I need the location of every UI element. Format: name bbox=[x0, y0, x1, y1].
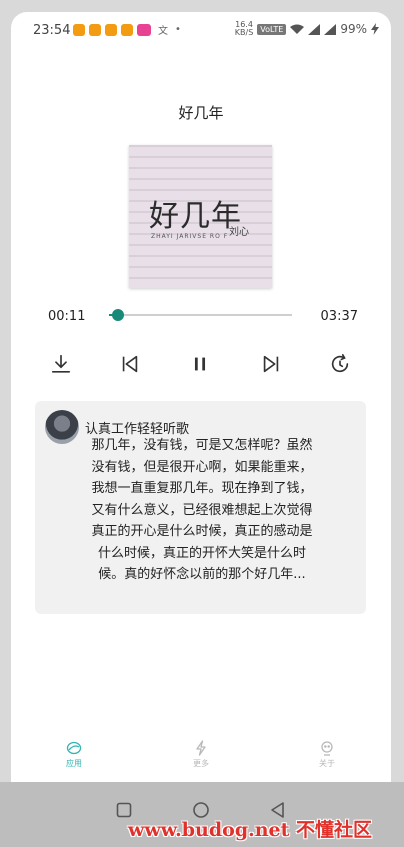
download-button[interactable] bbox=[46, 349, 76, 379]
playback-controls bbox=[11, 349, 391, 379]
phone-screen: 23:54 文 • 16.4 KB/S VoLTE 99% 好几年 好几年 刘心… bbox=[11, 12, 391, 782]
nav-item-app[interactable]: 应用 bbox=[44, 740, 104, 769]
translate-icon: 文 bbox=[158, 26, 168, 37]
nav-label-app: 应用 bbox=[66, 759, 82, 768]
next-icon bbox=[263, 355, 279, 373]
app-notification-icon bbox=[137, 23, 151, 36]
wifi-icon bbox=[290, 24, 305, 34]
about-icon bbox=[321, 741, 333, 756]
comment-text: 那几年，没有钱，可是又怎样呢？虽然没有钱，但是很开心啊，如果能重来，我想一直重复… bbox=[91, 438, 313, 582]
bottom-nav: 应用 更多 关于 bbox=[11, 740, 391, 782]
status-right: 16.4 KB/S VoLTE 99% bbox=[235, 21, 379, 37]
album-cover: 好几年 刘心 ZHAYI JARIVSE RO F bbox=[129, 145, 272, 288]
cover-artist: 刘心 bbox=[229, 227, 249, 238]
progress-handle[interactable] bbox=[112, 309, 125, 321]
status-time: 23:54 bbox=[33, 23, 71, 38]
watermark: www.budog.net 不懂社区 bbox=[128, 819, 373, 841]
app-notification-icon bbox=[121, 23, 133, 36]
previous-icon bbox=[122, 355, 138, 373]
previous-button[interactable] bbox=[115, 349, 145, 379]
next-button[interactable] bbox=[256, 349, 286, 379]
song-title: 好几年 bbox=[178, 104, 224, 122]
signal-icon bbox=[324, 23, 337, 35]
comment-card[interactable]: 认真工作轻轻听歌 那几年，没有钱，可是又怎样呢？虽然没有钱，但是很开心啊，如果能… bbox=[35, 401, 366, 614]
cover-subtitle: ZHAYI JARIVSE RO F bbox=[151, 233, 229, 240]
avatar[interactable] bbox=[45, 410, 79, 444]
notification-icons: 文 • bbox=[73, 22, 181, 37]
total-time: 03:37 bbox=[320, 309, 358, 324]
nav-item-more[interactable]: 更多 bbox=[171, 740, 231, 769]
pause-icon bbox=[194, 357, 206, 371]
status-bar: 23:54 文 • 16.4 KB/S VoLTE 99% bbox=[11, 12, 391, 48]
progress-bar[interactable] bbox=[109, 309, 292, 321]
charging-icon bbox=[371, 23, 379, 35]
volte-badge: VoLTE bbox=[257, 23, 287, 35]
lightning-icon bbox=[196, 740, 206, 756]
repeat-button[interactable] bbox=[325, 349, 355, 379]
app-notification-icon bbox=[73, 23, 85, 36]
app-notification-icon bbox=[105, 23, 117, 36]
weibo-icon bbox=[89, 23, 101, 36]
elapsed-time: 00:11 bbox=[48, 309, 86, 324]
battery-level: 99% bbox=[340, 22, 367, 36]
download-icon bbox=[51, 354, 71, 373]
repeat-icon bbox=[331, 354, 349, 373]
net-speed-unit: KB/S bbox=[234, 28, 254, 37]
app-icon bbox=[66, 741, 82, 755]
nav-label-about: 关于 bbox=[319, 759, 335, 768]
signal-icon bbox=[308, 23, 321, 35]
dot-icon: • bbox=[175, 24, 181, 35]
pause-button[interactable] bbox=[185, 349, 215, 379]
net-speed: 16.4 KB/S bbox=[235, 21, 254, 37]
nav-label-more: 更多 bbox=[193, 759, 209, 768]
nav-item-about[interactable]: 关于 bbox=[297, 740, 357, 769]
